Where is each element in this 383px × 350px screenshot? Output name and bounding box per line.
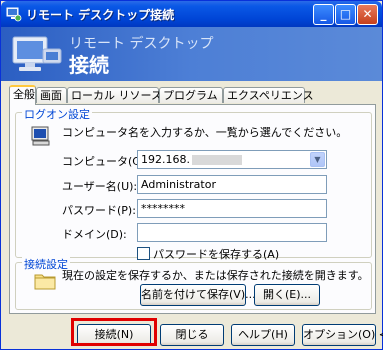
- remote-desktop-icon: [6, 7, 22, 22]
- tab-experience[interactable]: エクスペリエンス: [223, 87, 314, 103]
- password-field[interactable]: ********: [137, 199, 327, 218]
- domain-label: ドメイン(D):: [62, 228, 127, 241]
- close-window-button[interactable]: ✕: [357, 4, 378, 25]
- computer-icon: [31, 126, 50, 146]
- connect-button-highlight: [71, 318, 157, 346]
- help-button[interactable]: ヘルプ(H): [231, 324, 295, 346]
- logon-instruction: コンピュータ名を入力するか、一覧から選んでください。: [62, 126, 348, 139]
- username-field[interactable]: Administrator: [137, 175, 327, 194]
- options-button[interactable]: オプション(O) <<: [302, 324, 383, 346]
- connection-description: 現在の設定を保存するか、または保存された接続を開きます。: [62, 269, 369, 282]
- remote-desktop-window: リモート デスクトップ接続 _ □ ✕ リモート デスクトップ 接続 全般 画面…: [0, 0, 383, 350]
- header-banner: リモート デスクトップ 接続: [1, 27, 382, 81]
- general-tab-panel: ログオン設定 コンピュータ名を入力するか、一覧から選んでください。 コンピュータ…: [9, 104, 376, 314]
- logon-settings-group: ログオン設定 コンピュータ名を入力するか、一覧から選んでください。 コンピュータ…: [15, 106, 372, 261]
- computer-value: 192.168.: [141, 153, 190, 166]
- banner-title: 接続: [69, 53, 109, 77]
- save-password-checkbox[interactable]: [137, 247, 150, 260]
- connection-settings-group: 接続設定 現在の設定を保存するか、または保存された接続を開きます。 名前を付けて…: [15, 256, 372, 310]
- logon-settings-label: ログオン設定: [22, 106, 92, 122]
- save-as-button[interactable]: 名前を付けて保存(V)...: [140, 284, 256, 306]
- close-button[interactable]: 閉じる: [160, 324, 224, 346]
- tab-local-resources[interactable]: ローカル リソース: [67, 87, 162, 103]
- open-button[interactable]: 開く(E)...: [254, 284, 320, 306]
- tab-display[interactable]: 画面: [36, 87, 67, 103]
- title-bar[interactable]: リモート デスクトップ接続 _ □ ✕: [1, 1, 382, 27]
- tab-general[interactable]: 全般: [9, 85, 36, 105]
- tab-programs[interactable]: プログラム: [159, 87, 223, 103]
- computer-monitor-icon: [12, 36, 62, 71]
- computer-label: コンピュータ(C):: [62, 155, 148, 168]
- domain-field[interactable]: [137, 223, 327, 242]
- save-password-label: パスワードを保存する(A): [153, 248, 280, 261]
- window-title: リモート デスクトップ接続: [26, 8, 175, 22]
- username-label: ユーザー名(U):: [62, 180, 138, 193]
- minimize-button[interactable]: _: [313, 4, 334, 25]
- redacted-address: [191, 155, 242, 165]
- chevron-down-icon[interactable]: ▼: [310, 152, 325, 167]
- folder-icon: [34, 274, 56, 290]
- password-label: パスワード(P):: [62, 204, 136, 217]
- maximize-button[interactable]: □: [335, 4, 356, 25]
- computer-combo[interactable]: 192.168. ▼: [137, 150, 327, 169]
